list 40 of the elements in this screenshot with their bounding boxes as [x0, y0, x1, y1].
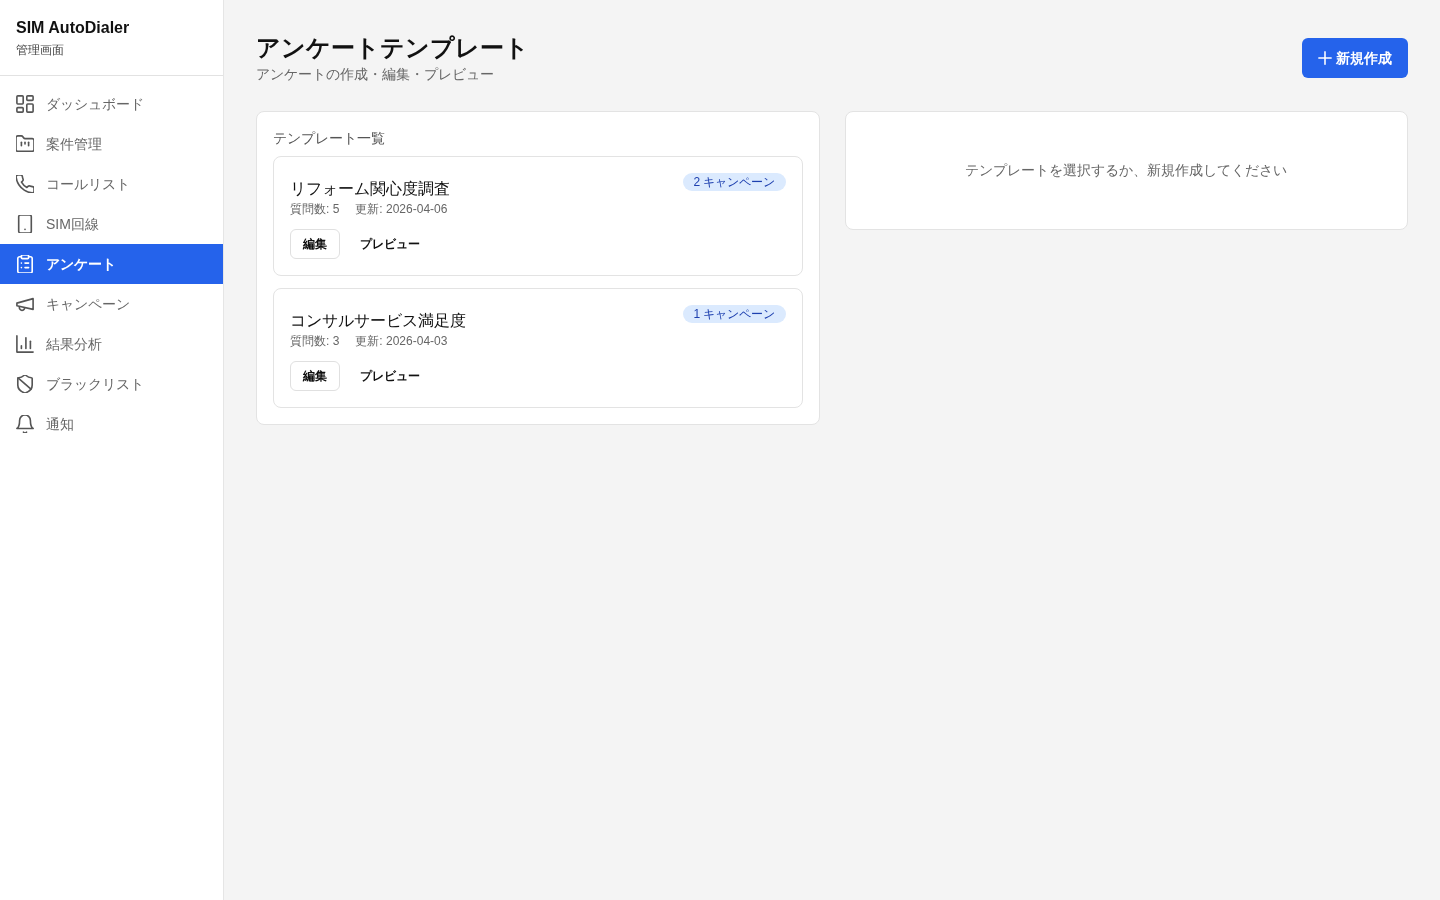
preview-button[interactable]: プレビュー	[350, 229, 430, 259]
folder-icon	[16, 135, 34, 153]
sidebar-item[interactable]: キャンペーン	[0, 284, 223, 324]
phone-icon	[16, 175, 34, 193]
preview-button[interactable]: プレビュー	[350, 361, 430, 391]
brand-subtitle: 管理画面	[16, 42, 64, 58]
edit-button[interactable]: 編集	[290, 361, 340, 391]
brand-name: SIM AutoDialer	[16, 18, 130, 38]
grid-icon	[16, 95, 34, 113]
clipboard-icon	[16, 255, 34, 273]
bell-icon	[16, 415, 34, 433]
template-title: リフォーム関心度調査	[290, 179, 450, 199]
edit-button[interactable]: 編集	[290, 229, 340, 259]
bar-chart-icon	[16, 335, 34, 353]
plus-icon	[1318, 51, 1332, 65]
megaphone-icon	[16, 295, 34, 313]
sidebar-item[interactable]: 通知	[0, 404, 223, 444]
new-template-button[interactable]: 新規作成	[1302, 38, 1408, 78]
campaign-count-badge: 2 キャンペーン	[683, 173, 786, 191]
sidebar-item[interactable]: 案件管理	[0, 124, 223, 164]
sidebar-item[interactable]: ダッシュボード	[0, 84, 223, 124]
shield-slash-icon	[16, 375, 34, 393]
template-card[interactable]: コンサルサービス満足度 1 キャンペーン 質問数: 3 更新: 2026-04-03 編集 プレビュー	[273, 288, 803, 408]
question-count: 質問数: 5	[290, 201, 340, 217]
sidebar-item[interactable]: コールリスト	[0, 164, 223, 204]
panel-heading: テンプレート一覧	[273, 129, 385, 148]
sidebar-item[interactable]: 結果分析	[0, 324, 223, 364]
updated-date: 更新: 2026-04-06	[355, 201, 448, 217]
template-card[interactable]: リフォーム関心度調査 2 キャンペーン 質問数: 5 更新: 2026-04-06 編集 プレビュー	[273, 156, 803, 276]
sidebar-item[interactable]: ブラックリスト	[0, 364, 223, 404]
page-subtitle: アンケートの作成・編集・プレビュー	[256, 65, 494, 83]
smartphone-icon	[16, 215, 34, 233]
page-title: アンケートテンプレート	[256, 33, 529, 63]
campaign-count-badge: 1 キャンペーン	[683, 305, 786, 323]
empty-state-message: テンプレートを選択するか、新規作成してください	[965, 161, 1288, 180]
updated-date: 更新: 2026-04-03	[355, 333, 448, 349]
question-count: 質問数: 3	[290, 333, 340, 349]
sidebar-item[interactable]: アンケート	[0, 244, 223, 284]
template-title: コンサルサービス満足度	[290, 311, 466, 331]
sidebar-item[interactable]: SIM回線	[0, 204, 223, 244]
